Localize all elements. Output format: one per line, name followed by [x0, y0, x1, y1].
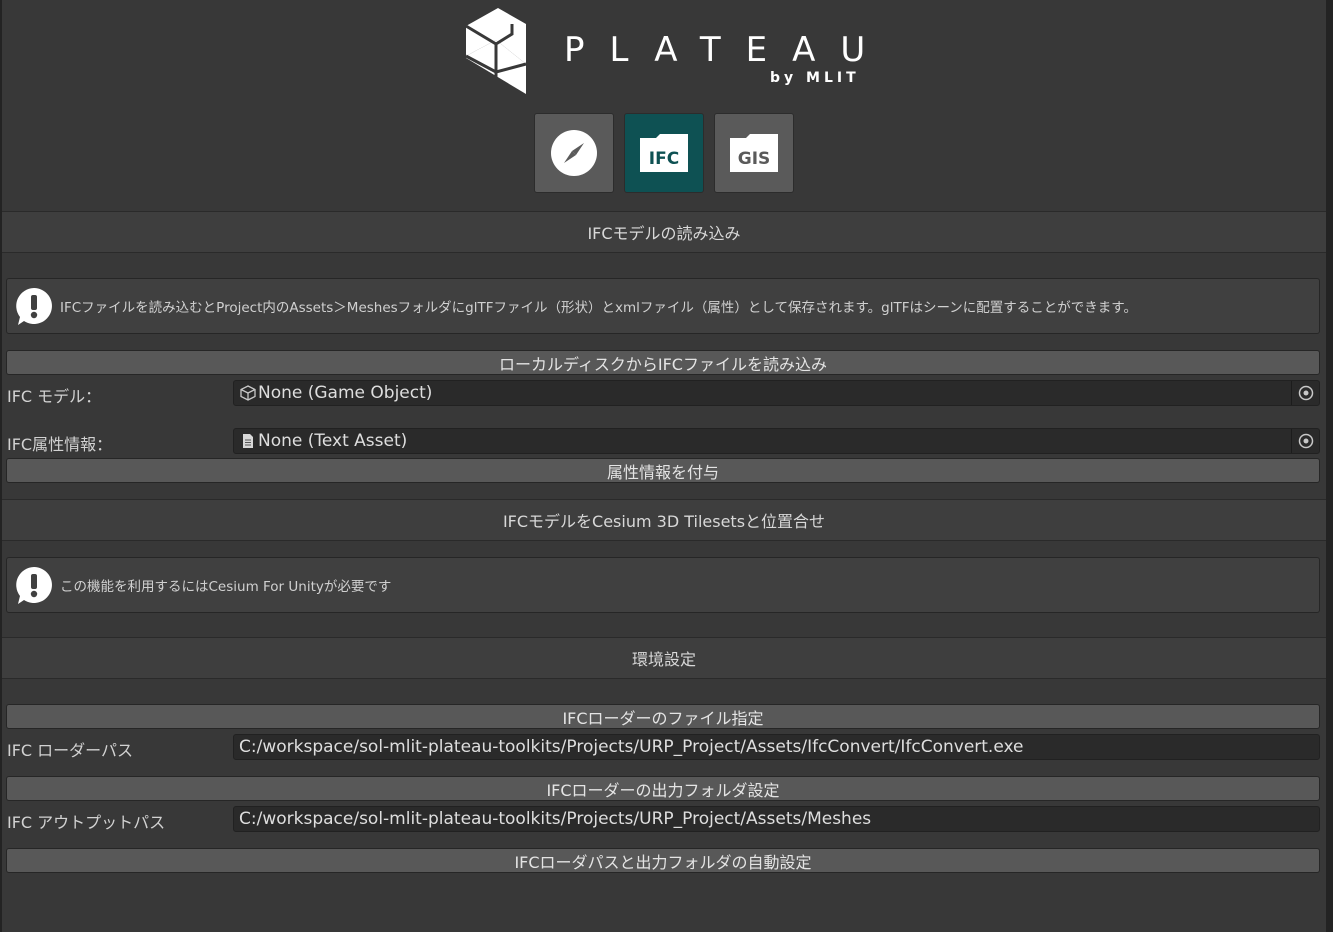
- plateau-wordmark: PLATEAU: [564, 30, 891, 70]
- loader-file-select-button[interactable]: IFCローダーのファイル指定: [6, 704, 1320, 729]
- ifc-model-label: IFC モデル：: [7, 387, 102, 406]
- info-exclamation-icon: [16, 288, 52, 325]
- loader-path-label: IFC ローダーパス: [7, 741, 134, 760]
- target-picker-icon: [1298, 385, 1313, 401]
- ifc-folder-icon: IFC: [640, 134, 688, 172]
- plateau-mark-icon: [465, 8, 527, 94]
- ifc-model-value: None (Game Object): [258, 383, 433, 403]
- window-right-border: [1326, 0, 1333, 932]
- help-box-cesium: この機能を利用するにはCesium For Unityが必要です: [6, 557, 1320, 613]
- plateau-byline: by MLIT: [770, 70, 860, 86]
- section-title: IFCモデルをCesium 3D Tilesetsと位置合せ: [502, 512, 826, 531]
- mode-button-gis[interactable]: GIS: [714, 113, 794, 193]
- ifc-model-field[interactable]: None (Game Object): [233, 380, 1320, 406]
- help-text: IFCファイルを読み込むとProject内のAssets＞Meshesフォルダに…: [60, 300, 1137, 316]
- object-picker-button[interactable]: [1291, 429, 1319, 453]
- attach-attributes-button[interactable]: 属性情報を付与: [6, 458, 1320, 483]
- help-text: この機能を利用するにはCesium For Unityが必要です: [60, 579, 392, 595]
- ifc-attribute-field[interactable]: None (Text Asset): [233, 428, 1320, 454]
- ifc-attribute-value: None (Text Asset): [258, 431, 408, 451]
- ifc-folder-label: IFC: [649, 149, 679, 169]
- output-path-input[interactable]: C:/workspace/sol-mlit-plateau-toolkits/P…: [233, 806, 1320, 832]
- ifc-attribute-label: IFC属性情報：: [7, 435, 113, 454]
- output-folder-button[interactable]: IFCローダーの出力フォルダ設定: [6, 776, 1320, 801]
- output-path-label: IFC アウトプットパス: [7, 813, 166, 832]
- mode-button-ifc[interactable]: IFC: [624, 113, 704, 193]
- window-left-border: [0, 0, 2, 932]
- plateau-logo: PLATEAU by MLIT: [464, 6, 865, 98]
- section-header-env: 環境設定: [2, 637, 1326, 679]
- section-title: IFCモデルの読み込み: [587, 224, 741, 243]
- info-exclamation-icon: [16, 567, 52, 604]
- target-picker-icon: [1298, 433, 1313, 449]
- section-header-cesium: IFCモデルをCesium 3D Tilesetsと位置合せ: [2, 499, 1326, 541]
- mode-button-compass[interactable]: [534, 113, 614, 193]
- gis-folder-icon: GIS: [730, 134, 778, 172]
- object-picker-button[interactable]: [1291, 381, 1319, 405]
- gis-folder-label: GIS: [738, 149, 771, 169]
- help-box-ifc-import: IFCファイルを読み込むとProject内のAssets＞Meshesフォルダに…: [6, 278, 1320, 334]
- loader-path-input[interactable]: C:/workspace/sol-mlit-plateau-toolkits/P…: [233, 734, 1320, 760]
- section-header-ifc-import: IFCモデルの読み込み: [2, 211, 1326, 253]
- text-asset-icon: [243, 434, 253, 448]
- load-ifc-from-disk-button[interactable]: ローカルディスクからIFCファイルを読み込み: [6, 350, 1320, 375]
- section-title: 環境設定: [631, 650, 696, 669]
- auto-configure-button[interactable]: IFCローダパスと出力フォルダの自動設定: [6, 848, 1320, 873]
- compass-icon: [551, 130, 597, 176]
- game-object-icon: [240, 385, 256, 401]
